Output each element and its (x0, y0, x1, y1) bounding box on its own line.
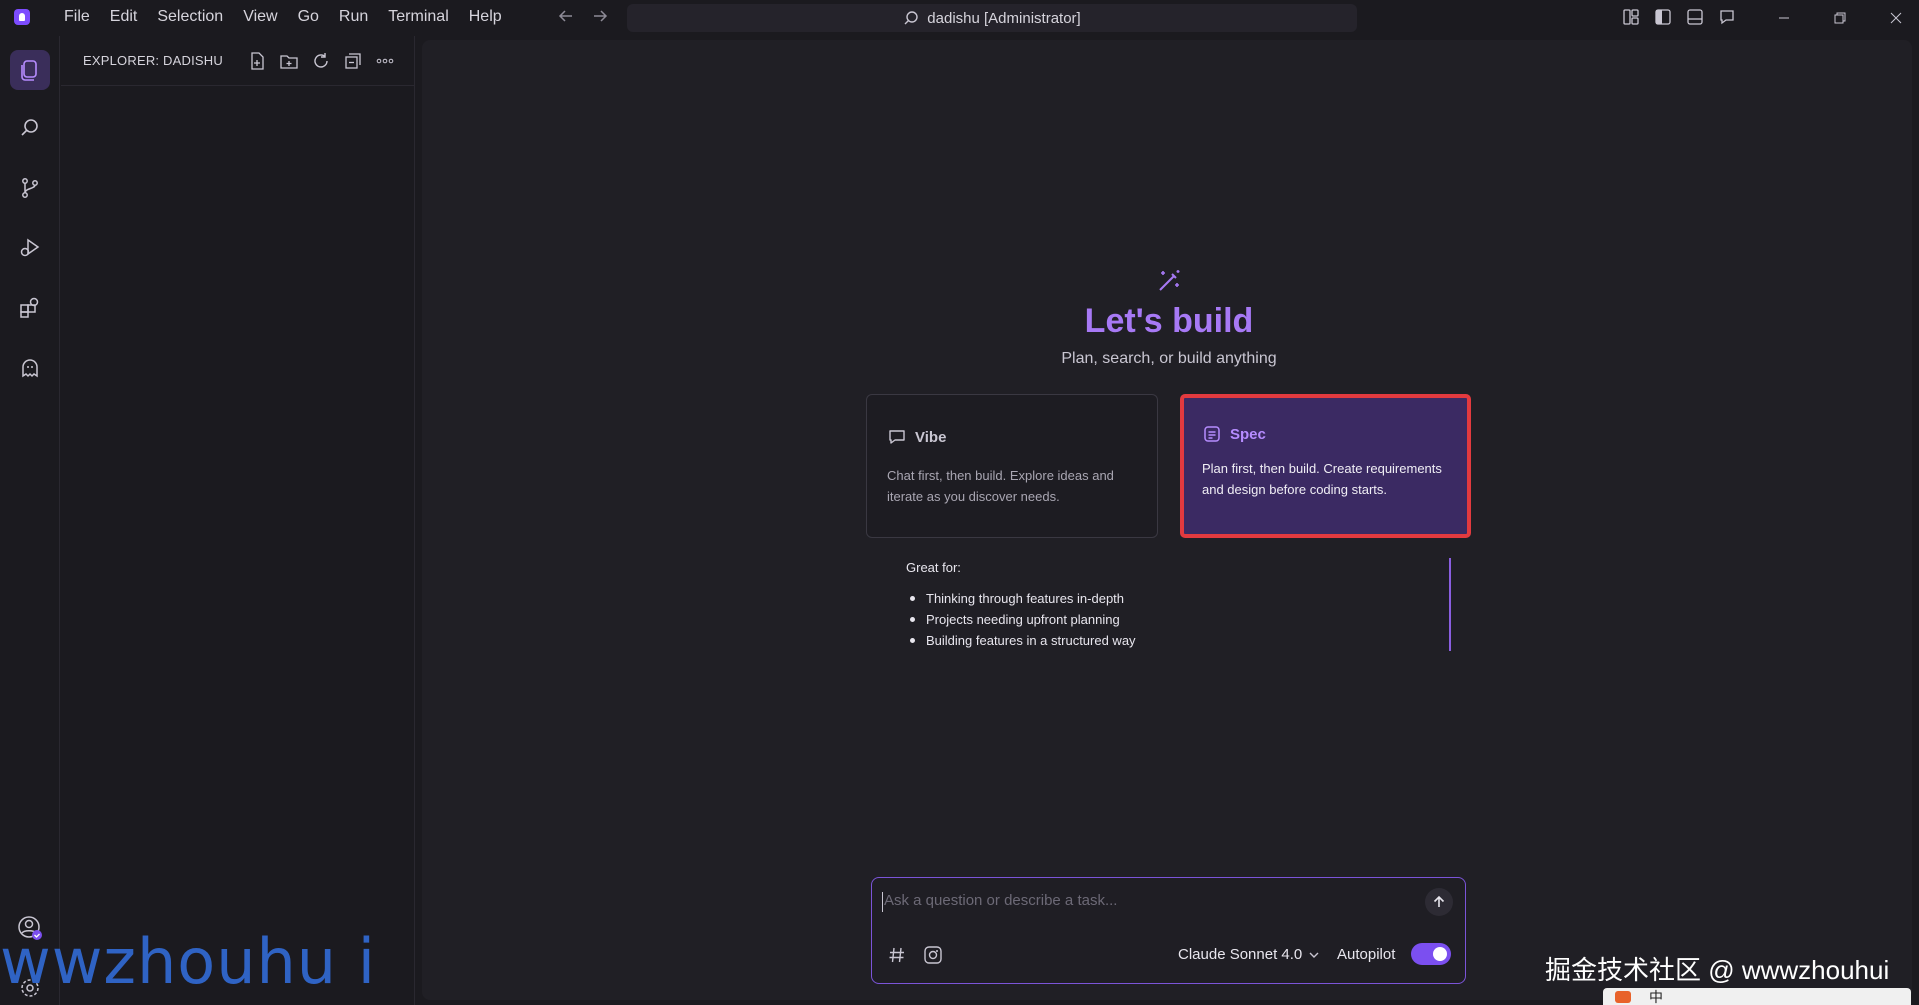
spec-card-description: Plan first, then build. Create requireme… (1202, 461, 1442, 497)
menu-view[interactable]: View (233, 8, 287, 26)
autopilot-label: Autopilot (1337, 946, 1396, 963)
watermark-left: wwzhouhu i (0, 925, 377, 998)
chat-tools (886, 944, 944, 966)
run-debug-icon[interactable] (10, 228, 50, 268)
title-bar: File Edit Selection View Go Run Terminal… (0, 0, 1919, 36)
hero-subtitle: Plan, search, or build anything (1061, 350, 1277, 367)
window-controls (1756, 0, 1919, 36)
text-caret (882, 892, 883, 912)
collapse-all-icon[interactable] (342, 50, 364, 72)
explorer-sidebar: EXPLORER: DADISHU (61, 36, 415, 1005)
editor-area (422, 40, 1912, 1000)
vibe-card-header: Vibe (887, 427, 946, 447)
vibe-card-title: Vibe (915, 428, 947, 446)
menu-terminal[interactable]: Terminal (378, 8, 458, 26)
command-center[interactable]: dadishu [Administrator] (627, 4, 1357, 32)
sidebar-title: EXPLORER: DADISHU (83, 53, 223, 68)
ime-indicator[interactable]: 中 (1649, 988, 1663, 1005)
magic-wand-icon (1159, 270, 1180, 291)
new-file-icon[interactable] (246, 50, 268, 72)
menu-file[interactable]: File (54, 8, 100, 26)
app-logo-icon (14, 9, 30, 25)
spec-card-title: Spec (1230, 425, 1266, 443)
menu-run[interactable]: Run (329, 8, 378, 26)
toggle-sidebar-icon[interactable] (1652, 6, 1674, 28)
menu-edit[interactable]: Edit (100, 8, 148, 26)
spec-mode-card[interactable]: Spec Plan first, then build. Create requ… (1180, 394, 1471, 538)
document-list-icon (1204, 426, 1220, 442)
search-activity-icon[interactable] (10, 108, 50, 148)
model-selector[interactable]: Claude Sonnet 4.0 (1178, 946, 1320, 963)
source-control-icon[interactable] (10, 168, 50, 208)
chevron-down-icon (1309, 952, 1319, 958)
minimize-icon[interactable] (1756, 0, 1812, 36)
toggle-panel-icon[interactable] (1684, 6, 1706, 28)
chat-input-box: Ask a question or describe a task... Cla… (871, 877, 1466, 984)
search-icon (904, 11, 918, 25)
nav-arrows (556, 6, 610, 26)
hero-title: Let's build (1084, 302, 1254, 340)
sidebar-actions (246, 50, 396, 72)
chat-input[interactable]: Ask a question or describe a task... (884, 892, 1117, 909)
new-folder-icon[interactable] (278, 50, 300, 72)
system-tray: 中 (1603, 988, 1911, 1005)
watermark-right: 掘金技术社区 @ wwwzhouhui (1545, 955, 1890, 985)
back-arrow-icon[interactable] (556, 6, 576, 26)
menu-selection[interactable]: Selection (147, 8, 233, 26)
spec-card-header: Spec (1202, 424, 1266, 444)
list-item: Projects needing upfront planning (906, 609, 1136, 630)
autopilot-toggle[interactable] (1411, 943, 1451, 965)
great-for-list: Thinking through features in-depth Proje… (906, 588, 1136, 651)
chat-bubble-icon (889, 430, 905, 444)
customize-layout-icon[interactable] (1620, 6, 1642, 28)
close-icon[interactable] (1868, 0, 1919, 36)
more-actions-icon[interactable] (374, 50, 396, 72)
arrow-up-icon (1433, 895, 1445, 907)
menu-help[interactable]: Help (459, 8, 512, 26)
list-item: Thinking through features in-depth (906, 588, 1136, 609)
model-name: Claude Sonnet 4.0 (1178, 946, 1303, 963)
send-button[interactable] (1425, 888, 1453, 916)
explorer-icon[interactable] (10, 50, 50, 90)
great-for-heading: Great for: (906, 560, 961, 575)
window-title: dadishu [Administrator] (927, 9, 1081, 27)
chat-toggle-icon[interactable] (1716, 6, 1738, 28)
menu-go[interactable]: Go (288, 8, 329, 26)
sogou-icon[interactable] (1615, 990, 1631, 1003)
hash-context-icon[interactable] (886, 944, 908, 966)
divider-line (1449, 558, 1451, 651)
image-attach-icon[interactable] (922, 944, 944, 966)
forward-arrow-icon[interactable] (590, 6, 610, 26)
vibe-mode-card[interactable]: Vibe Chat first, then build. Explore ide… (866, 394, 1158, 538)
menu-bar: File Edit Selection View Go Run Terminal… (54, 8, 512, 26)
vibe-card-description: Chat first, then build. Explore ideas an… (887, 468, 1114, 504)
layout-controls (1620, 6, 1738, 28)
list-item: Building features in a structured way (906, 630, 1136, 651)
refresh-icon[interactable] (310, 50, 332, 72)
restore-icon[interactable] (1812, 0, 1868, 36)
activity-bar (0, 36, 60, 1005)
